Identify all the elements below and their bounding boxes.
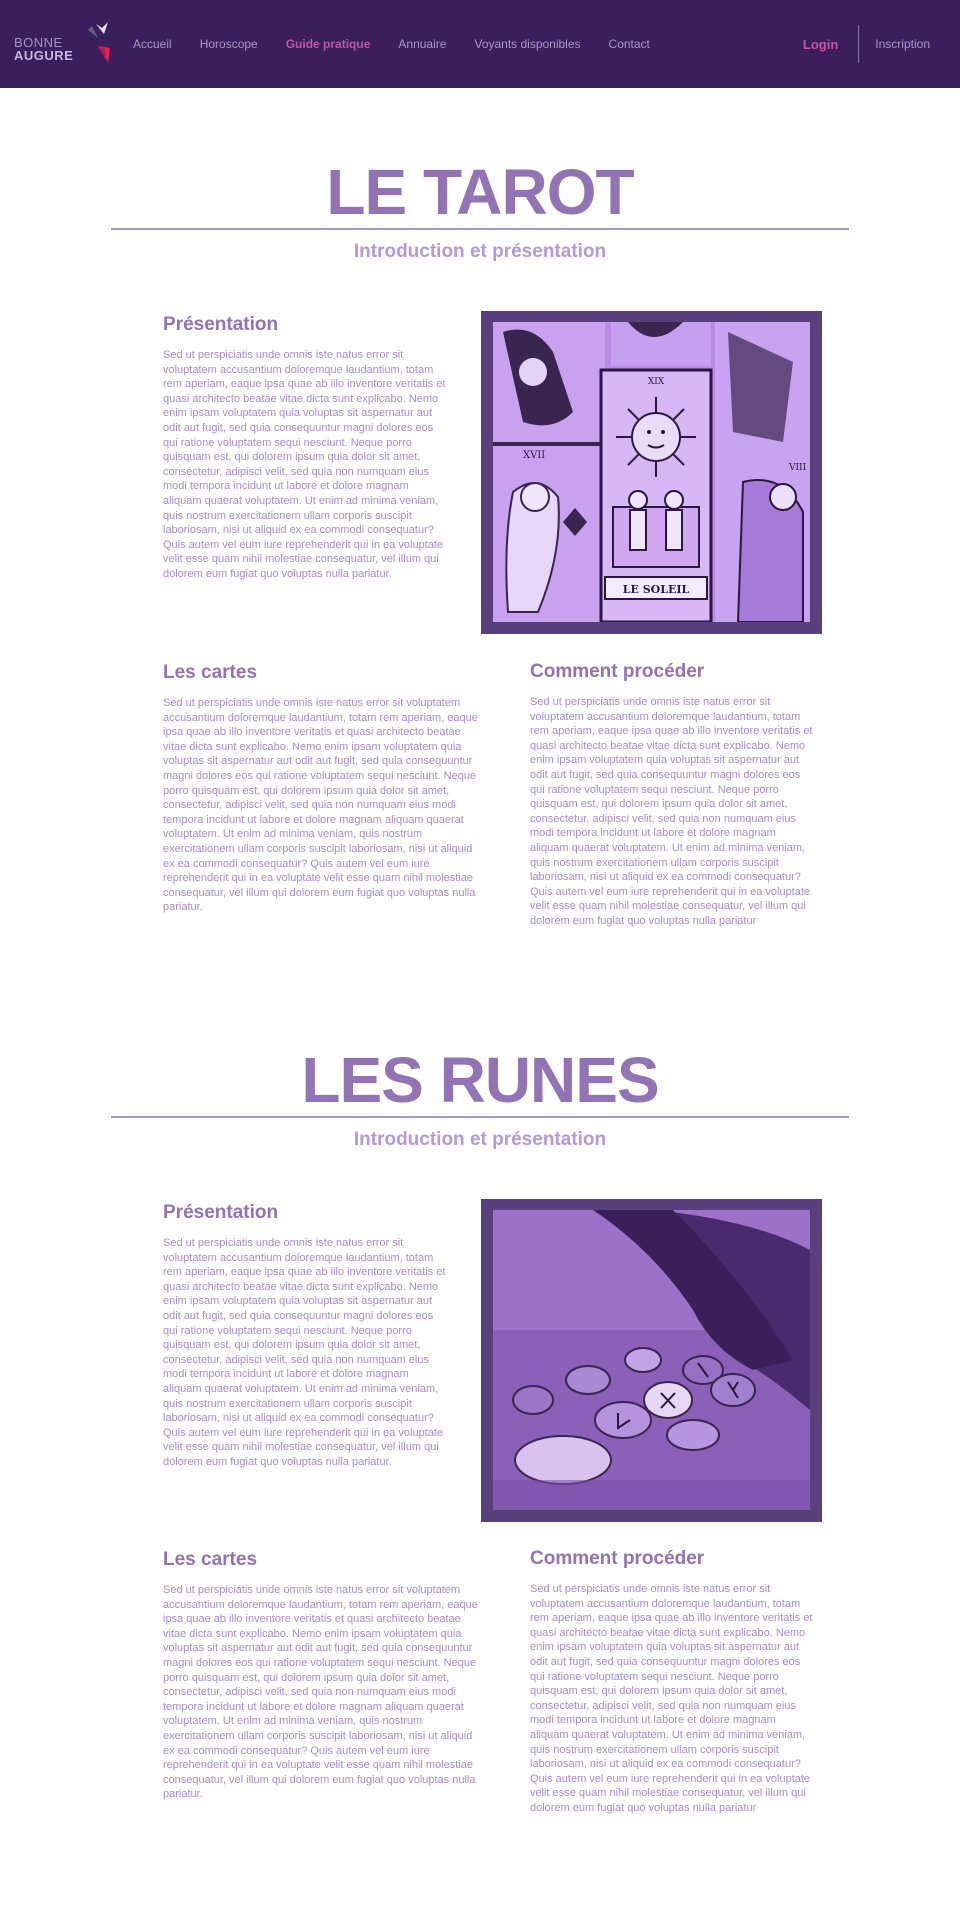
procedure-text: Sed ut perspiciatis unde omnis iste natu…	[530, 1583, 813, 1814]
birds-logo-icon	[88, 22, 110, 62]
nav-item-horoscope[interactable]: Horoscope	[200, 37, 258, 51]
card-numeral-left: XVII	[523, 450, 545, 461]
auth-divider	[858, 25, 860, 63]
nav-item-contact[interactable]: Contact	[609, 37, 650, 51]
cards-heading: Les cartes	[163, 1549, 258, 1570]
auth-links: Login Inscription	[803, 0, 930, 88]
runes-stones-image	[493, 1210, 810, 1510]
tarot-cards-image: XVII XIX LE SOLEIL VIII	[493, 322, 810, 622]
presentation-block: Présentation Sed ut perspiciatis unde om…	[163, 1202, 448, 1470]
cards-text: Sed ut perspiciatis unde omnis iste natu…	[163, 697, 478, 914]
nav-item-accueil[interactable]: Accueil	[133, 37, 172, 51]
tarot-image-frame: XVII XIX LE SOLEIL VIII	[481, 311, 822, 634]
card-numeral-right: VIII	[788, 463, 807, 473]
cards-block: Les cartes Sed ut perspiciatis unde omni…	[163, 662, 483, 915]
presentation-text: Sed ut perspiciatis unde omnis iste natu…	[163, 1237, 446, 1468]
section-divider	[111, 1116, 849, 1118]
section-runes: LES RUNES Introduction et présentation P…	[0, 977, 960, 1923]
main-nav: Accueil Horoscope Guide pratique Annuair…	[133, 0, 678, 88]
section-subtitle: Introduction et présentation	[353, 1129, 607, 1150]
procedure-heading: Comment procéder	[530, 661, 705, 682]
section-title: LE TAROT	[326, 156, 634, 228]
procedure-text: Sed ut perspiciatis unde omnis iste natu…	[530, 696, 813, 927]
cards-block: Les cartes Sed ut perspiciatis unde omni…	[163, 1549, 483, 1802]
cards-heading: Les cartes	[163, 662, 258, 683]
section-title: LES RUNES	[301, 1044, 659, 1116]
nav-item-voyants-disponibles[interactable]: Voyants disponibles	[474, 37, 580, 51]
site-header: BONNE AUGURE Accueil Horoscope Guide pra…	[0, 0, 960, 88]
card-numeral-top: XIX	[648, 377, 665, 387]
nav-item-annuaire[interactable]: Annuaire	[398, 37, 446, 51]
procedure-block: Comment procéder Sed ut perspiciatis und…	[530, 1548, 815, 1816]
presentation-heading: Présentation	[163, 314, 279, 335]
logo-line-2: AUGURE	[14, 48, 74, 63]
card-label: LE SOLEIL	[623, 583, 690, 596]
site-logo[interactable]: BONNE AUGURE	[14, 16, 114, 68]
section-subtitle: Introduction et présentation	[353, 241, 607, 262]
login-link[interactable]: Login	[803, 37, 838, 52]
section-divider	[111, 228, 849, 230]
procedure-heading: Comment procéder	[530, 1548, 705, 1569]
presentation-heading: Présentation	[163, 1202, 279, 1223]
presentation-block: Présentation Sed ut perspiciatis unde om…	[163, 314, 448, 582]
section-tarot: LE TAROT Introduction et présentation Pr…	[0, 88, 960, 977]
runes-illustration	[493, 1210, 810, 1510]
cards-text: Sed ut perspiciatis unde omnis iste natu…	[163, 1584, 478, 1801]
signup-link[interactable]: Inscription	[875, 37, 930, 51]
runes-image-frame	[481, 1199, 822, 1522]
tarot-illustration: XVII XIX LE SOLEIL VIII	[493, 322, 810, 622]
presentation-text: Sed ut perspiciatis unde omnis iste natu…	[163, 349, 446, 580]
procedure-block: Comment procéder Sed ut perspiciatis und…	[530, 661, 815, 929]
nav-item-guide-pratique[interactable]: Guide pratique	[286, 37, 371, 51]
